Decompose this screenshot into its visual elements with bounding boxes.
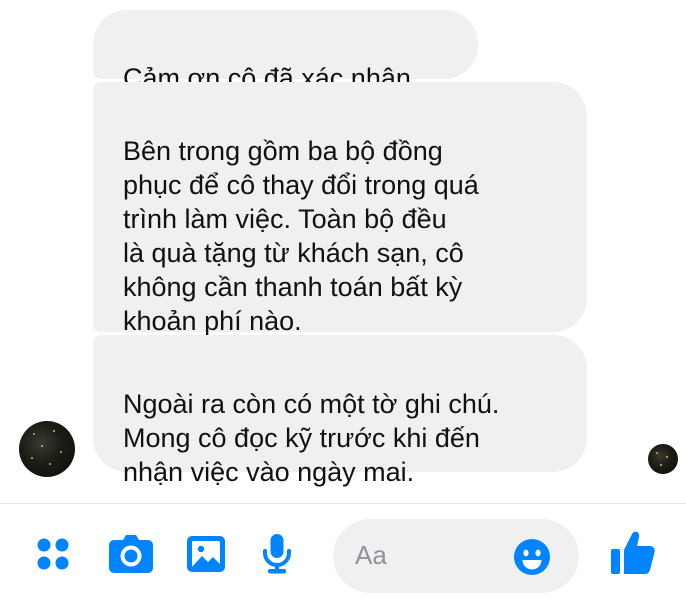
seen-avatar: [648, 444, 678, 474]
message-bubble[interactable]: Bên trong gồm ba bộ đồng phục để cô thay…: [93, 82, 587, 336]
message-input[interactable]: Aa: [333, 519, 579, 593]
message-composer: Aa: [0, 504, 686, 600]
sender-avatar[interactable]: [19, 421, 75, 477]
image-icon[interactable]: [185, 534, 227, 574]
message-text: Ngoài ra còn có một tờ ghi chú. Mong cô …: [123, 389, 500, 487]
message-input-placeholder: Aa: [355, 540, 387, 570]
camera-icon[interactable]: [108, 534, 154, 574]
more-icon[interactable]: [33, 534, 73, 574]
like-icon[interactable]: [610, 530, 656, 576]
message-bubble[interactable]: Cảm ơn cô đã xác nhận.: [93, 10, 478, 93]
message-text: Bên trong gồm ba bộ đồng phục để cô thay…: [123, 136, 479, 336]
message-bubble[interactable]: Ngoài ra còn có một tờ ghi chú. Mong cô …: [93, 335, 587, 487]
emoji-icon[interactable]: [513, 538, 551, 576]
mic-icon[interactable]: [262, 534, 292, 574]
